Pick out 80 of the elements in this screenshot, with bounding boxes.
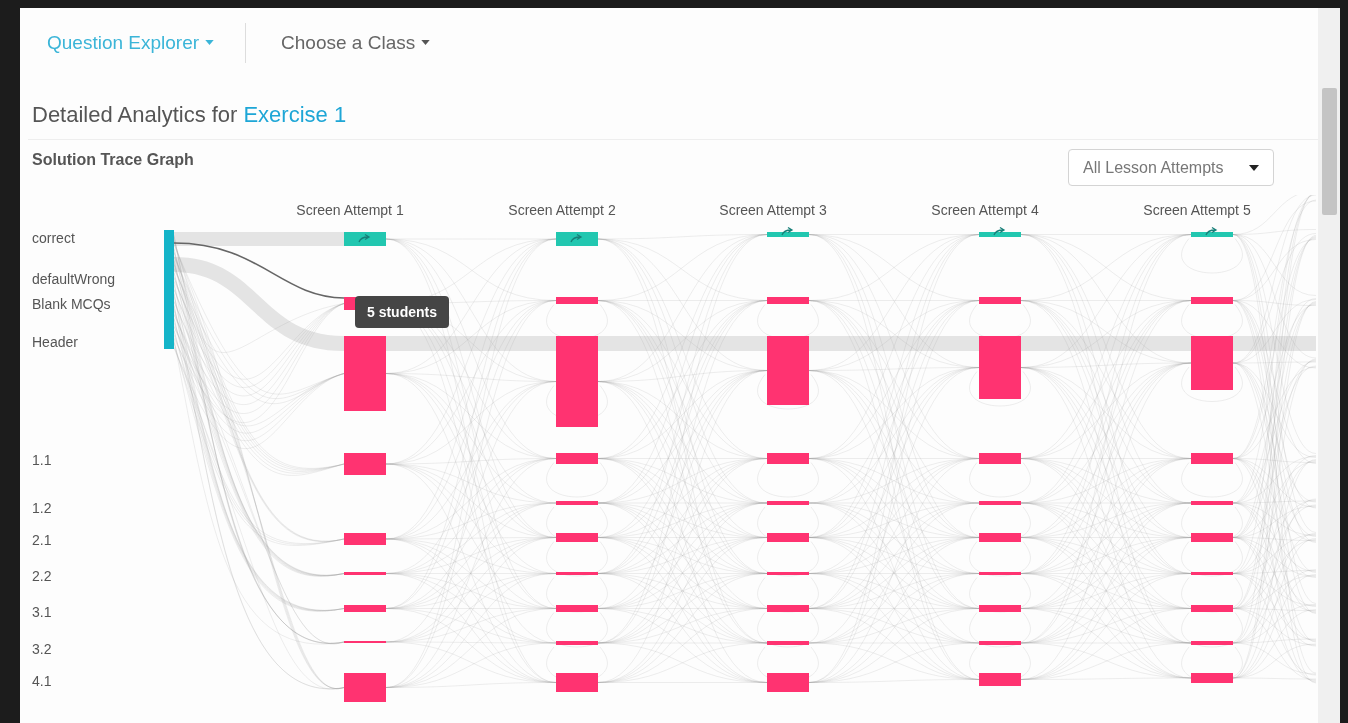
- node-bar[interactable]: [979, 605, 1021, 612]
- arrow-icon: [993, 226, 1005, 236]
- node-bar[interactable]: [1191, 297, 1233, 304]
- node-bar[interactable]: [344, 533, 386, 545]
- node-bar[interactable]: [344, 336, 386, 411]
- node-bar[interactable]: [767, 533, 809, 542]
- node-bar[interactable]: [1191, 572, 1233, 575]
- arrow-icon: [570, 233, 582, 243]
- node-bar[interactable]: [1191, 673, 1233, 683]
- node-bar[interactable]: [344, 453, 386, 475]
- row-label: correct: [32, 230, 75, 246]
- node-bar[interactable]: [767, 336, 809, 405]
- node-bar[interactable]: [1191, 501, 1233, 505]
- node-bar[interactable]: [344, 673, 386, 702]
- node-bar[interactable]: [556, 297, 598, 304]
- node-bar[interactable]: [344, 572, 386, 575]
- node-bar[interactable]: [767, 673, 809, 692]
- exercise-link[interactable]: Exercise 1: [243, 101, 347, 129]
- node-bar[interactable]: [1191, 641, 1233, 645]
- column-heading: Screen Attempt 1: [296, 202, 404, 218]
- node-bar[interactable]: [556, 533, 598, 542]
- caret-icon: [421, 40, 431, 45]
- row-label: Blank MCQs: [32, 296, 111, 312]
- node-bar[interactable]: [979, 232, 1021, 237]
- column-heading: Screen Attempt 3: [719, 202, 827, 218]
- row-label: 3.1: [32, 604, 52, 620]
- node-bar[interactable]: [767, 641, 809, 645]
- arrow-icon: [1205, 226, 1217, 236]
- node-bar[interactable]: [979, 297, 1021, 304]
- caret-icon: [1249, 164, 1259, 171]
- node-bar[interactable]: [556, 501, 598, 505]
- row-label: 2.1: [32, 532, 52, 548]
- column-heading: Screen Attempt 2: [508, 202, 616, 218]
- row-label: 1.1: [32, 452, 52, 468]
- row-label: 3.2: [32, 641, 52, 657]
- arrow-icon: [781, 226, 793, 236]
- node-bar[interactable]: [767, 501, 809, 505]
- tooltip: 5 students: [355, 296, 449, 328]
- scrollbar-thumb[interactable]: [1322, 88, 1337, 215]
- node-bar[interactable]: [979, 501, 1021, 505]
- node-bar[interactable]: [556, 673, 598, 692]
- node-bar[interactable]: [1191, 232, 1233, 237]
- node-bar[interactable]: [767, 605, 809, 612]
- nav-dropdown[interactable]: Choose a Class: [276, 27, 436, 58]
- scrollbar[interactable]: [1318, 8, 1340, 723]
- node-bar[interactable]: [1191, 605, 1233, 612]
- node-bar[interactable]: [979, 453, 1021, 464]
- nav-dropdown[interactable]: Question Explorer: [42, 27, 220, 58]
- node-bar[interactable]: [556, 336, 598, 427]
- node-bar[interactable]: [1191, 453, 1233, 464]
- node-bar[interactable]: [979, 673, 1021, 686]
- node-bar[interactable]: [1191, 533, 1233, 542]
- node-bar[interactable]: [556, 572, 598, 575]
- section-title: Solution Trace Graph: [32, 150, 194, 169]
- node-bar[interactable]: [767, 232, 809, 237]
- node-bar[interactable]: [767, 453, 809, 464]
- row-label: Header: [32, 334, 78, 350]
- caret-icon: [205, 40, 215, 45]
- page-heading: Detailed Analytics for: [32, 101, 238, 129]
- node-bar[interactable]: [767, 297, 809, 304]
- attempts-dropdown[interactable]: All Lesson Attempts: [1068, 149, 1274, 186]
- node-bar[interactable]: [556, 453, 598, 464]
- node-bar[interactable]: [556, 232, 598, 246]
- column-heading: Screen Attempt 4: [931, 202, 1039, 218]
- row-label: defaultWrong: [32, 271, 115, 287]
- node-bar[interactable]: [979, 336, 1021, 399]
- arrow-icon: [358, 233, 370, 243]
- node-bar[interactable]: [979, 533, 1021, 542]
- row-label: 1.2: [32, 500, 52, 516]
- column-heading: Screen Attempt 5: [1143, 202, 1251, 218]
- node-bar[interactable]: [556, 605, 598, 612]
- node-bar[interactable]: [1191, 336, 1233, 390]
- node-bar[interactable]: [767, 572, 809, 575]
- node-bar[interactable]: [979, 641, 1021, 645]
- row-label: 4.1: [32, 673, 52, 689]
- node-bar[interactable]: [344, 232, 386, 246]
- node-bar[interactable]: [979, 572, 1021, 575]
- node-bar[interactable]: [344, 605, 386, 612]
- row-label: 2.2: [32, 568, 52, 584]
- node-bar[interactable]: [556, 641, 598, 645]
